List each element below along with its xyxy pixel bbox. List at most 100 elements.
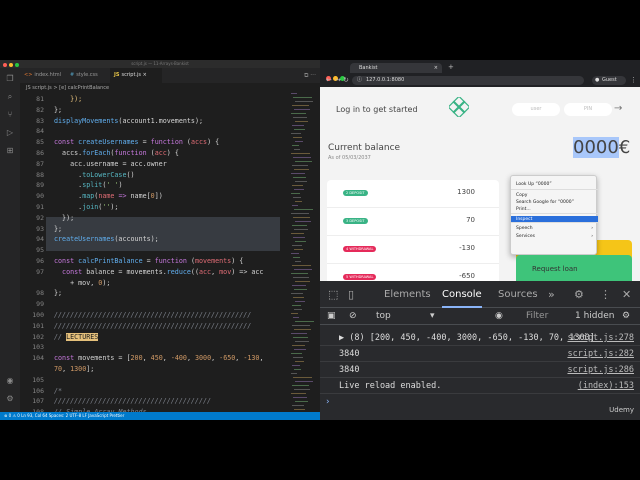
console-source-link[interactable]: script.js:278 (567, 331, 634, 346)
live-expression-eye-icon[interactable]: ◉ (495, 308, 503, 325)
minimap-line (293, 117, 307, 118)
minimap-line (293, 137, 302, 138)
line-number: 100 (32, 311, 44, 319)
tab-style-css[interactable]: # style.css (66, 68, 110, 83)
explorer-icon[interactable]: ❐ (5, 74, 15, 84)
movement-value: 1300 (457, 188, 475, 196)
source-control-icon[interactable]: ⑂ (5, 110, 15, 120)
profile-button[interactable]: ● Guest (592, 76, 626, 85)
line-number: 107 (32, 397, 44, 406)
code-line: }; (54, 224, 63, 233)
line-number: 101 (32, 321, 44, 330)
close-tab-icon[interactable]: × (434, 63, 438, 73)
menu-divider (511, 189, 598, 190)
vscode-window-title: script.js — 11-Arrays-Bankist (131, 61, 189, 66)
minimap-line (294, 149, 300, 150)
tab-elements[interactable]: Elements (384, 281, 431, 308)
maximize-window-button[interactable] (15, 63, 19, 67)
minimap-line (291, 353, 302, 354)
settings-gear-icon[interactable]: ⚙ (5, 394, 15, 404)
vscode-titlebar: script.js — 11-Arrays-Bankist (0, 60, 320, 68)
minimap-line (292, 365, 300, 366)
minimap-line (295, 161, 312, 162)
tab-index-html[interactable]: <> index.html (20, 68, 66, 83)
movement-value: -650 (459, 272, 475, 280)
bankist-logo (449, 97, 469, 117)
info-icon: ⓘ (357, 77, 363, 83)
minimap-line (293, 217, 310, 218)
minimap-line (291, 273, 308, 274)
reload-icon[interactable]: ↻ (343, 75, 349, 85)
minimap-line (294, 169, 309, 170)
login-user-input[interactable]: user (512, 103, 560, 116)
inspect-element-icon[interactable]: ⬚ (328, 281, 338, 308)
console-message-text[interactable]: Live reload enabled. (339, 379, 441, 394)
console-source-link[interactable]: script.js:286 (567, 363, 634, 378)
console-prompt[interactable]: › (326, 397, 330, 407)
filter-input[interactable]: Filter (526, 308, 548, 325)
more-tabs-icon[interactable]: » (548, 281, 555, 308)
tab-sources[interactable]: Sources (498, 281, 538, 308)
line-number: 103 (32, 343, 44, 352)
console-message-text[interactable]: 3840 (339, 363, 359, 378)
code-line: }; (54, 289, 63, 298)
minimap-line (291, 393, 306, 394)
minimize-window-button[interactable] (9, 63, 13, 67)
movements-list: 2 DEPOSIT 1300 3 DEPOSIT 70 4 WITHDRAWAL -130… (327, 180, 499, 281)
extensions-icon[interactable]: ⊞ (5, 146, 15, 156)
minimap-line (295, 301, 305, 302)
code-line: ////////////////////////////////////////… (54, 311, 252, 319)
browser-menu-icon[interactable]: ⋮ (630, 75, 637, 85)
console-source-link[interactable]: script.js:282 (567, 347, 634, 362)
line-number: 89 (36, 181, 44, 190)
context-menu-item-speech[interactable]: Speech › (511, 225, 598, 232)
close-window-button[interactable] (3, 63, 7, 67)
new-tab-button[interactable]: + (448, 62, 454, 72)
context-menu-item-look-up-0000[interactable]: Look Up “0000” (511, 181, 598, 188)
account-icon[interactable]: ◉ (5, 376, 15, 386)
minimap-line (291, 313, 298, 314)
minimap-line (291, 133, 301, 134)
console-source-link[interactable]: (index):153 (578, 379, 634, 394)
login-welcome: Log in to get started (336, 105, 418, 114)
address-bar[interactable]: ⓘ 127.0.0.1:8080 (352, 76, 584, 85)
minimap-line (292, 265, 311, 266)
tab-console[interactable]: Console (442, 281, 482, 308)
line-number: 90 (36, 192, 44, 201)
context-dropdown-icon[interactable]: ▾ (430, 308, 435, 325)
minimap-line (293, 397, 307, 398)
line-number: 84 (36, 127, 44, 136)
context-menu-item-label: Look Up “0000” (516, 182, 552, 187)
console-message-text[interactable]: ▶ (8) [200, 450, -400, 3000, -650, -130,… (339, 331, 595, 346)
search-icon[interactable]: ⌕ (5, 92, 15, 102)
tab-script-js[interactable]: JS script.js × (110, 68, 162, 83)
console-settings-gear-icon[interactable]: ⚙ (622, 308, 630, 325)
context-menu-item-search-google-for-0000[interactable]: Search Google for “0000” (511, 199, 598, 206)
back-arrow-icon[interactable]: ← (326, 75, 332, 85)
minimap-line (294, 349, 306, 350)
minimap[interactable] (291, 93, 314, 412)
forward-arrow-icon[interactable]: → (335, 75, 341, 85)
context-menu-item-services[interactable]: Services › (511, 233, 598, 240)
sidebar-toggle-icon[interactable]: ▣ (327, 308, 336, 325)
context-menu-item-print[interactable]: Print... (511, 206, 598, 213)
context-menu-item-copy[interactable]: Copy (511, 192, 598, 199)
device-toolbar-icon[interactable]: ▯ (348, 281, 354, 308)
login-pin-input[interactable]: PIN (564, 103, 612, 116)
login-arrow-button[interactable]: → (614, 103, 622, 114)
run-debug-icon[interactable]: ▷ (5, 128, 15, 138)
close-devtools-icon[interactable]: ✕ (622, 281, 631, 308)
devtools-settings-gear-icon[interactable]: ⚙ (574, 281, 584, 308)
code-editor[interactable]: });}; displayMovements(account1.movements… (46, 93, 282, 416)
split-editor-icon[interactable]: ⧉ ··· (304, 68, 316, 83)
minimap-line (293, 357, 303, 358)
clear-console-icon[interactable]: ⊘ (349, 308, 357, 325)
context-selector[interactable]: top (376, 308, 391, 325)
breadcrumb[interactable]: JS script.js > [e] calcPrintBalance (20, 83, 320, 93)
minimap-line (292, 285, 306, 286)
browser-tab[interactable]: Bankist × (350, 63, 442, 73)
console-message-text[interactable]: 3840 (339, 347, 359, 362)
code-line: .map(name => name[0]) (54, 192, 163, 201)
line-number: 92 (36, 213, 44, 222)
devtools-menu-icon[interactable]: ⋮ (600, 281, 611, 308)
